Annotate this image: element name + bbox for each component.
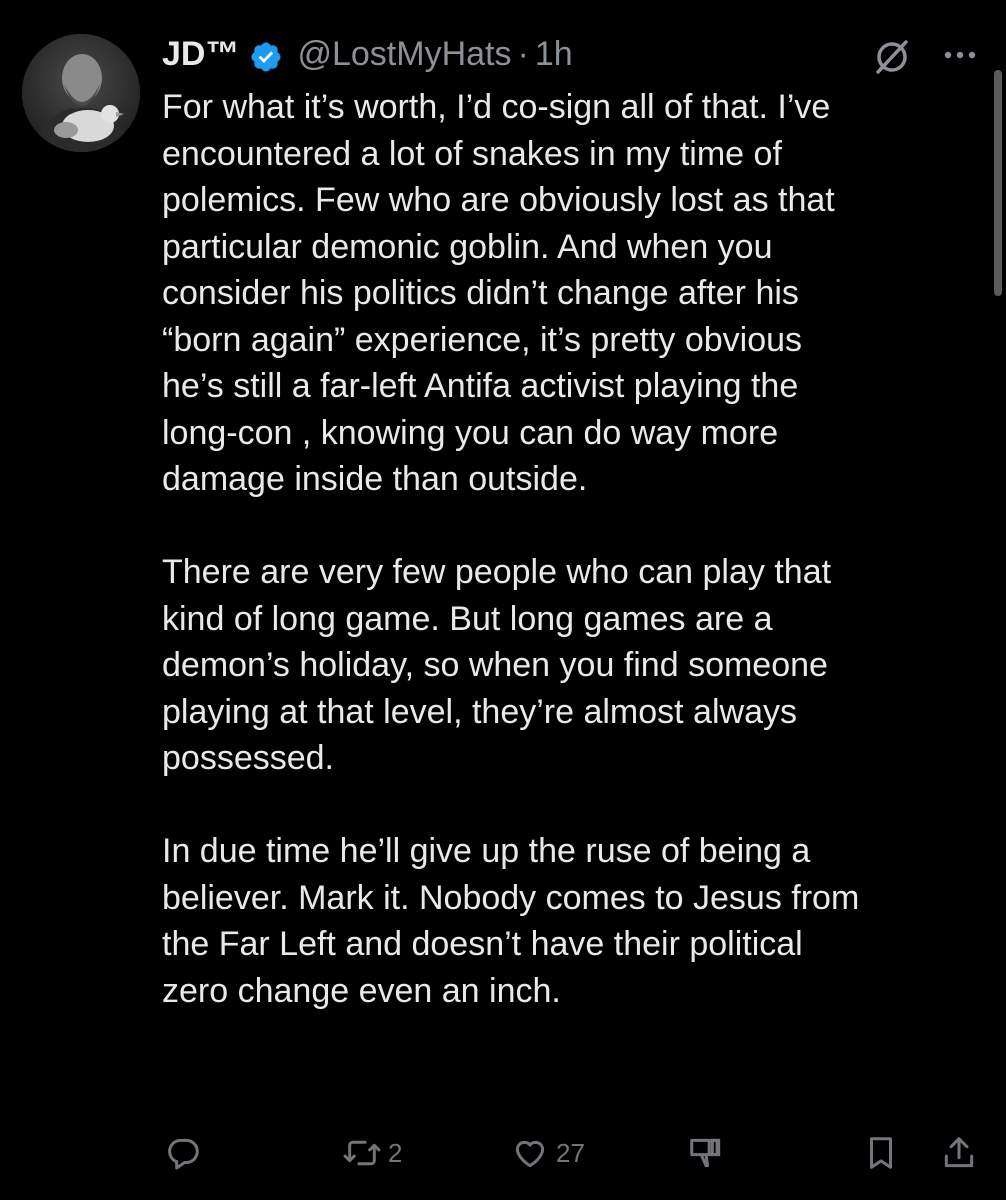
tweet-text: For what it’s worth, I’d co-sign all of …: [162, 84, 982, 1014]
like-button[interactable]: 27: [510, 1128, 585, 1178]
reply-button[interactable]: [164, 1128, 208, 1178]
bookmark-button[interactable]: [862, 1128, 900, 1178]
timestamp[interactable]: 1h: [535, 28, 573, 80]
tweet[interactable]: JD™ @LostMyHats · 1h For what it’s worth…: [0, 0, 1006, 1200]
heart-icon: [510, 1134, 550, 1172]
reply-icon: [164, 1134, 202, 1172]
scrollbar[interactable]: [994, 70, 1002, 296]
views-icon: [686, 1134, 726, 1172]
separator-dot: ·: [517, 35, 529, 73]
tweet-paragraph: In due time he’ll give up the ruse of be…: [162, 832, 860, 1010]
avatar[interactable]: [22, 34, 140, 152]
views-button[interactable]: [686, 1128, 726, 1178]
retweet-count: 2: [388, 1137, 403, 1168]
verified-badge-icon: [249, 37, 283, 72]
like-count: 27: [556, 1137, 585, 1168]
share-icon: [940, 1134, 978, 1172]
tweet-paragraph: For what it’s worth, I’d co-sign all of …: [162, 88, 835, 498]
tweet-paragraph: There are very few people who can play t…: [162, 553, 832, 777]
grok-icon[interactable]: [872, 36, 912, 76]
display-name[interactable]: JD™: [162, 28, 239, 80]
handle[interactable]: @LostMyHats: [297, 28, 511, 80]
retweet-icon: [342, 1134, 382, 1172]
share-button[interactable]: [940, 1128, 978, 1178]
bookmark-icon: [862, 1134, 900, 1172]
retweet-button[interactable]: 2: [342, 1128, 402, 1178]
action-bar: 2 27: [0, 1128, 1006, 1178]
more-icon[interactable]: [938, 40, 982, 70]
tweet-header: JD™ @LostMyHats · 1h: [162, 28, 573, 80]
